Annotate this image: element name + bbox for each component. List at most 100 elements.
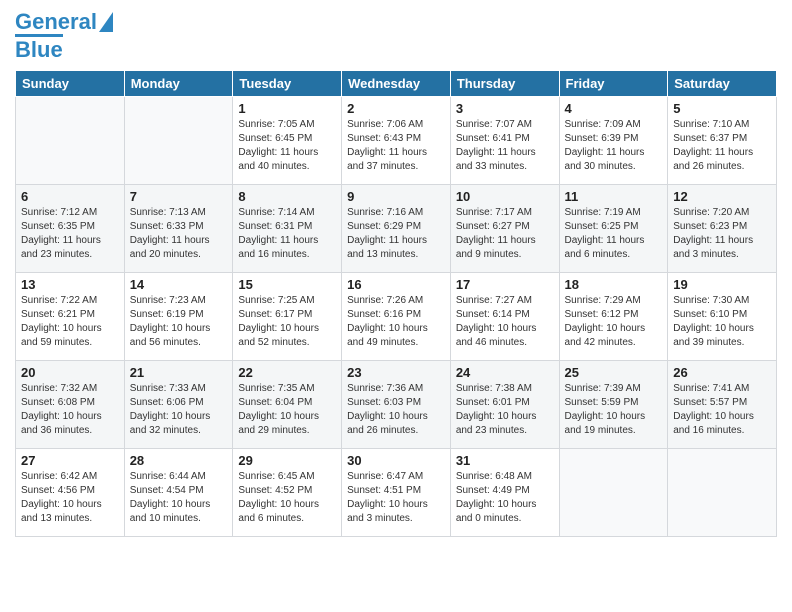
day-number: 29: [238, 453, 336, 468]
day-number: 6: [21, 189, 119, 204]
week-row-1: 1 Sunrise: 7:05 AMSunset: 6:45 PMDaylight…: [16, 97, 777, 185]
calendar-cell: 18 Sunrise: 7:29 AMSunset: 6:12 PMDayligh…: [559, 273, 668, 361]
calendar-cell: 13 Sunrise: 7:22 AMSunset: 6:21 PMDayligh…: [16, 273, 125, 361]
day-number: 7: [130, 189, 228, 204]
day-number: 12: [673, 189, 771, 204]
day-number: 18: [565, 277, 663, 292]
weekday-header-row: SundayMondayTuesdayWednesdayThursdayFrid…: [16, 71, 777, 97]
calendar-cell: 26 Sunrise: 7:41 AMSunset: 5:57 PMDayligh…: [668, 361, 777, 449]
day-number: 19: [673, 277, 771, 292]
day-info: Sunrise: 6:45 AMSunset: 4:52 PMDaylight:…: [238, 470, 336, 526]
logo-blue: Blue: [15, 34, 63, 62]
day-number: 8: [238, 189, 336, 204]
calendar-cell: 20 Sunrise: 7:32 AMSunset: 6:08 PMDayligh…: [16, 361, 125, 449]
day-info: Sunrise: 7:39 AMSunset: 5:59 PMDaylight:…: [565, 382, 663, 438]
calendar-cell: 15 Sunrise: 7:25 AMSunset: 6:17 PMDayligh…: [233, 273, 342, 361]
logo-general: General: [15, 9, 97, 34]
day-number: 20: [21, 365, 119, 380]
day-number: 9: [347, 189, 445, 204]
logo-text: General: [15, 10, 97, 34]
day-info: Sunrise: 7:29 AMSunset: 6:12 PMDaylight:…: [565, 294, 663, 350]
calendar: SundayMondayTuesdayWednesdayThursdayFrid…: [15, 70, 777, 537]
calendar-cell: 1 Sunrise: 7:05 AMSunset: 6:45 PMDaylight…: [233, 97, 342, 185]
day-number: 21: [130, 365, 228, 380]
calendar-cell: 16 Sunrise: 7:26 AMSunset: 6:16 PMDayligh…: [342, 273, 451, 361]
weekday-header-monday: Monday: [124, 71, 233, 97]
calendar-cell: 2Sunrise: 7:06 AMSunset: 6:43 PMDaylight…: [342, 97, 451, 185]
day-info: Sunrise: 7:41 AMSunset: 5:57 PMDaylight:…: [673, 382, 771, 438]
day-info: Sunrise: 7:25 AMSunset: 6:17 PMDaylight:…: [238, 294, 336, 350]
calendar-cell: 21 Sunrise: 7:33 AMSunset: 6:06 PMDayligh…: [124, 361, 233, 449]
day-info: Sunrise: 7:10 AMSunset: 6:37 PMDaylight:…: [673, 118, 771, 174]
day-info: Sunrise: 7:26 AMSunset: 6:16 PMDaylight:…: [347, 294, 445, 350]
day-info: Sunrise: 7:13 AMSunset: 6:33 PMDaylight:…: [130, 206, 228, 262]
calendar-cell: 24Sunrise: 7:38 AMSunset: 6:01 PMDayligh…: [450, 361, 559, 449]
calendar-cell: [16, 97, 125, 185]
calendar-cell: 11Sunrise: 7:19 AMSunset: 6:25 PMDayligh…: [559, 185, 668, 273]
day-info: Sunrise: 7:27 AMSunset: 6:14 PMDaylight:…: [456, 294, 554, 350]
weekday-header-thursday: Thursday: [450, 71, 559, 97]
calendar-cell: 22 Sunrise: 7:35 AMSunset: 6:04 PMDayligh…: [233, 361, 342, 449]
calendar-cell: 4 Sunrise: 7:09 AMSunset: 6:39 PMDaylight…: [559, 97, 668, 185]
day-info: Sunrise: 7:09 AMSunset: 6:39 PMDaylight:…: [565, 118, 663, 174]
day-number: 22: [238, 365, 336, 380]
day-number: 24: [456, 365, 554, 380]
header: General Blue: [15, 10, 777, 62]
day-number: 31: [456, 453, 554, 468]
day-info: Sunrise: 7:36 AMSunset: 6:03 PMDaylight:…: [347, 382, 445, 438]
calendar-cell: 19 Sunrise: 7:30 AMSunset: 6:10 PMDayligh…: [668, 273, 777, 361]
day-info: Sunrise: 7:07 AMSunset: 6:41 PMDaylight:…: [456, 118, 554, 174]
day-info: Sunrise: 6:42 AMSunset: 4:56 PMDaylight:…: [21, 470, 119, 526]
day-info: Sunrise: 7:33 AMSunset: 6:06 PMDaylight:…: [130, 382, 228, 438]
day-info: Sunrise: 7:12 AMSunset: 6:35 PMDaylight:…: [21, 206, 119, 262]
week-row-5: 27 Sunrise: 6:42 AMSunset: 4:56 PMDayligh…: [16, 449, 777, 537]
day-number: 13: [21, 277, 119, 292]
calendar-cell: 28Sunrise: 6:44 AMSunset: 4:54 PMDayligh…: [124, 449, 233, 537]
week-row-3: 13 Sunrise: 7:22 AMSunset: 6:21 PMDayligh…: [16, 273, 777, 361]
day-number: 4: [565, 101, 663, 116]
day-info: Sunrise: 6:47 AMSunset: 4:51 PMDaylight:…: [347, 470, 445, 526]
calendar-cell: 8 Sunrise: 7:14 AMSunset: 6:31 PMDaylight…: [233, 185, 342, 273]
calendar-cell: [668, 449, 777, 537]
calendar-cell: [124, 97, 233, 185]
day-number: 17: [456, 277, 554, 292]
weekday-header-tuesday: Tuesday: [233, 71, 342, 97]
calendar-cell: 6 Sunrise: 7:12 AMSunset: 6:35 PMDaylight…: [16, 185, 125, 273]
week-row-4: 20 Sunrise: 7:32 AMSunset: 6:08 PMDayligh…: [16, 361, 777, 449]
logo-triangle-icon: [99, 12, 113, 32]
day-number: 26: [673, 365, 771, 380]
day-number: 15: [238, 277, 336, 292]
day-info: Sunrise: 7:35 AMSunset: 6:04 PMDaylight:…: [238, 382, 336, 438]
day-number: 16: [347, 277, 445, 292]
day-info: Sunrise: 7:30 AMSunset: 6:10 PMDaylight:…: [673, 294, 771, 350]
weekday-header-friday: Friday: [559, 71, 668, 97]
calendar-cell: 30 Sunrise: 6:47 AMSunset: 4:51 PMDayligh…: [342, 449, 451, 537]
day-number: 5: [673, 101, 771, 116]
day-info: Sunrise: 7:14 AMSunset: 6:31 PMDaylight:…: [238, 206, 336, 262]
logo-line: General: [15, 10, 113, 34]
day-number: 27: [21, 453, 119, 468]
calendar-cell: 7 Sunrise: 7:13 AMSunset: 6:33 PMDaylight…: [124, 185, 233, 273]
day-info: Sunrise: 7:19 AMSunset: 6:25 PMDaylight:…: [565, 206, 663, 262]
day-number: 3: [456, 101, 554, 116]
calendar-cell: 25 Sunrise: 7:39 AMSunset: 5:59 PMDayligh…: [559, 361, 668, 449]
day-info: Sunrise: 7:22 AMSunset: 6:21 PMDaylight:…: [21, 294, 119, 350]
logo: General Blue: [15, 10, 113, 62]
day-info: Sunrise: 7:32 AMSunset: 6:08 PMDaylight:…: [21, 382, 119, 438]
day-number: 1: [238, 101, 336, 116]
week-row-2: 6 Sunrise: 7:12 AMSunset: 6:35 PMDaylight…: [16, 185, 777, 273]
day-info: Sunrise: 7:17 AMSunset: 6:27 PMDaylight:…: [456, 206, 554, 262]
calendar-cell: [559, 449, 668, 537]
day-info: Sunrise: 7:05 AMSunset: 6:45 PMDaylight:…: [238, 118, 336, 174]
day-number: 25: [565, 365, 663, 380]
day-number: 30: [347, 453, 445, 468]
calendar-cell: 29 Sunrise: 6:45 AMSunset: 4:52 PMDayligh…: [233, 449, 342, 537]
weekday-header-wednesday: Wednesday: [342, 71, 451, 97]
calendar-cell: 12Sunrise: 7:20 AMSunset: 6:23 PMDayligh…: [668, 185, 777, 273]
day-info: Sunrise: 7:06 AMSunset: 6:43 PMDaylight:…: [347, 118, 445, 174]
day-info: Sunrise: 7:16 AMSunset: 6:29 PMDaylight:…: [347, 206, 445, 262]
day-info: Sunrise: 6:48 AMSunset: 4:49 PMDaylight:…: [456, 470, 554, 526]
calendar-cell: 23Sunrise: 7:36 AMSunset: 6:03 PMDayligh…: [342, 361, 451, 449]
calendar-cell: 17 Sunrise: 7:27 AMSunset: 6:14 PMDayligh…: [450, 273, 559, 361]
day-info: Sunrise: 6:44 AMSunset: 4:54 PMDaylight:…: [130, 470, 228, 526]
